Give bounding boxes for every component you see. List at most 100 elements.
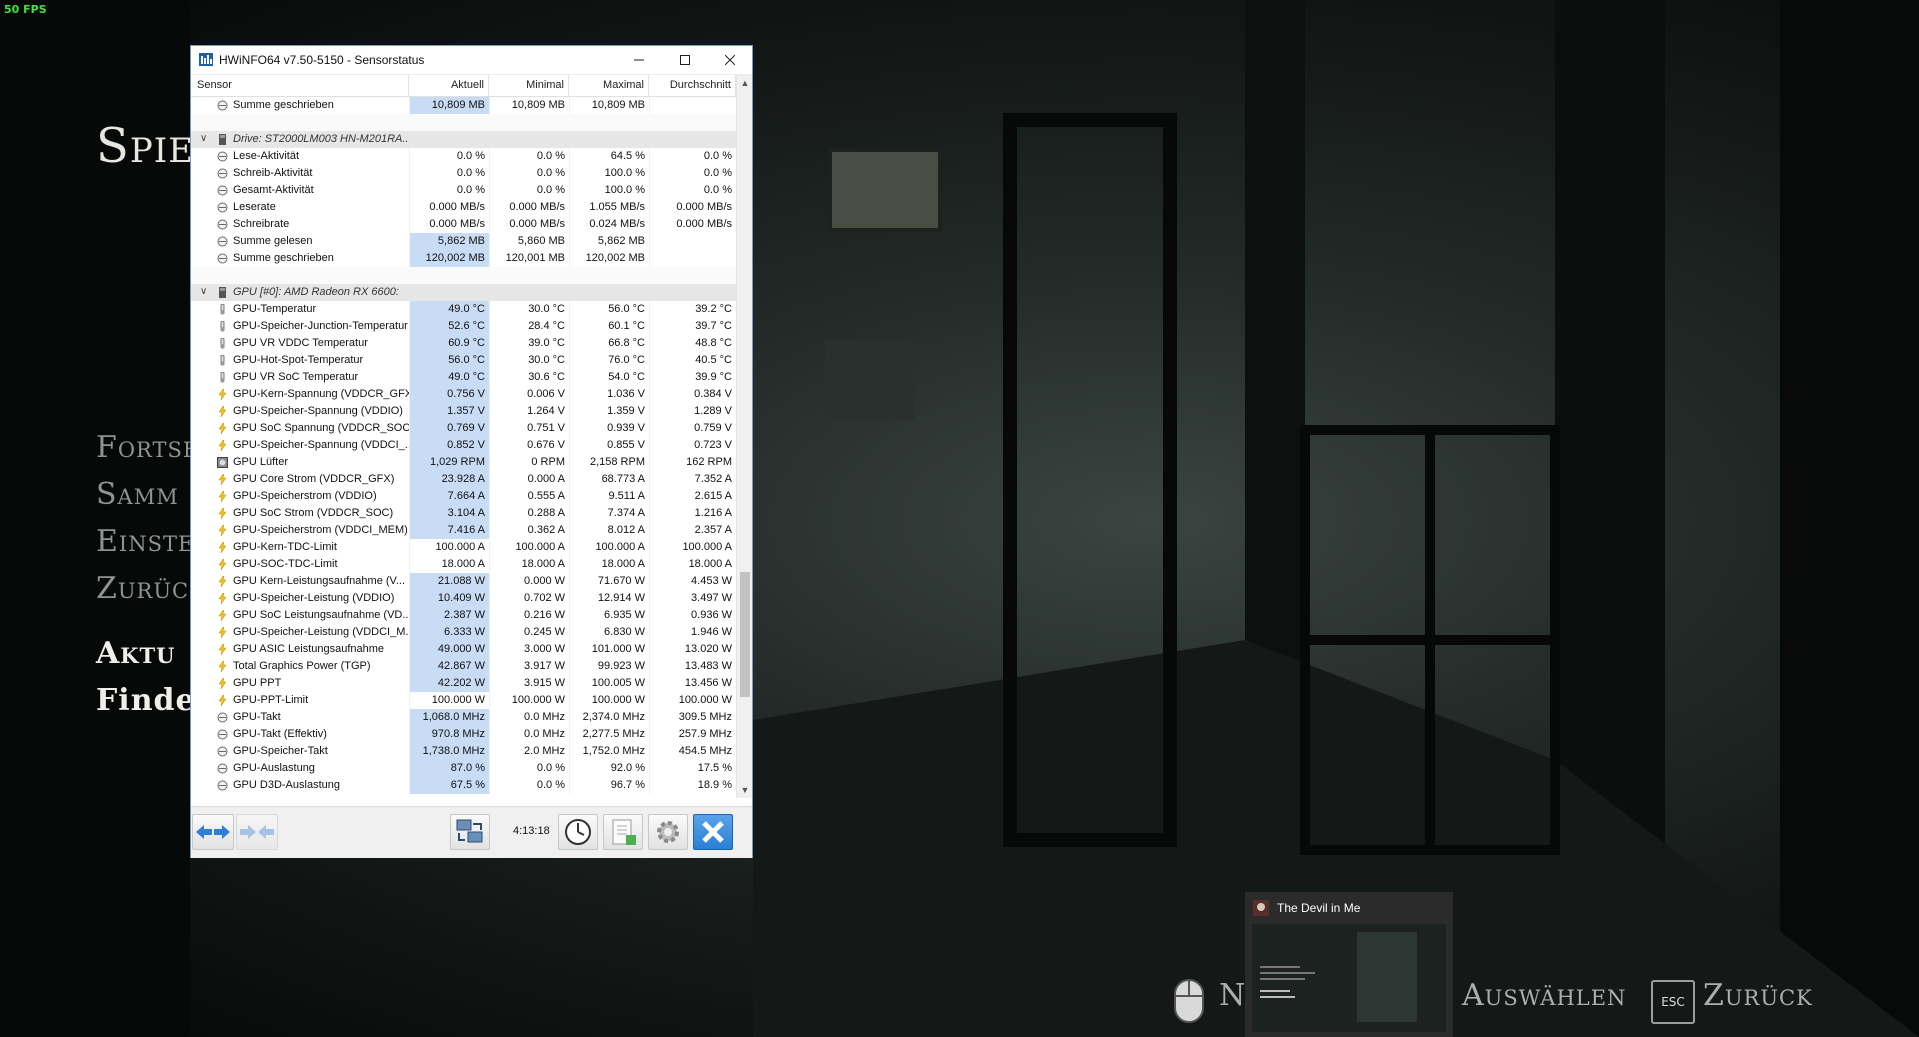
sensor-row[interactable]: Total Graphics Power (TGP) 42.867 W 3.917 … — [191, 658, 736, 675]
sensor-row[interactable]: GPU Kern-Leistungsaufnahme (V... 21.088 W… — [191, 573, 736, 590]
sensor-row[interactable]: GPU SoC Leistungsaufnahme (VD... 2.387 W0… — [191, 607, 736, 624]
sensor-value-cur: 0.0 % — [409, 148, 489, 165]
sensor-value-avg — [649, 97, 736, 114]
sensor-row[interactable]: GPU D3D-Auslastung 67.5 % 0.0 % 96.7 % 18.9 … — [191, 777, 736, 794]
sensor-row[interactable]: GPU-Kern-Spannung (VDDCR_GFX) 0.756 V 0.00… — [191, 386, 736, 403]
col-current[interactable]: Aktuell — [409, 75, 489, 96]
add-log-icon — [612, 819, 636, 845]
sensor-row[interactable]: GPU-Speicherstrom (VDDIO) 7.664 A 0.555 A9… — [191, 488, 736, 505]
exit-button[interactable] — [693, 814, 733, 850]
sensor-row[interactable]: GPU-Speicher-Leistung (VDDCI_M... 6.333 W… — [191, 624, 736, 641]
hint-select[interactable]: Auswählen — [1462, 978, 1626, 1013]
taskbar-preview[interactable]: The Devil in Me — [1245, 892, 1453, 1037]
sensor-row[interactable]: GPU SoC Spannung (VDDCR_SOC) 0.769 V 0.751… — [191, 420, 736, 437]
sensor-value-min: 0.216 W — [489, 607, 569, 624]
sensor-value-avg: 162 RPM — [649, 454, 736, 471]
sensor-value-cur: 0.0 % — [409, 182, 489, 199]
sensor-name: GPU PPT — [233, 677, 282, 689]
menu-item-collection[interactable]: Samm — [96, 477, 179, 512]
sensor-name: GPU-Speicher-Takt — [233, 745, 328, 757]
sensor-row[interactable]: GPU-Kern-TDC-Limit 100.000 A 100.000 A 100.… — [191, 539, 736, 556]
sensor-row[interactable]: GPU PPT 42.202 W 3.915 W 100.005 W 13.456 W — [191, 675, 736, 692]
sensor-value-min: 0.0 % — [489, 760, 569, 777]
sensor-row[interactable]: GPU-Speicher-Leistung (VDDIO) 10.409 W 0.7… — [191, 590, 736, 607]
sensor-name: GPU SoC Leistungsaufnahme (VD... — [233, 609, 409, 621]
nav-forward-button[interactable] — [236, 814, 278, 850]
scroll-thumb[interactable] — [740, 572, 750, 697]
sensor-row[interactable]: GPU VR VDDC Temperatur 60.9 °C 39.0 °C 66.8… — [191, 335, 736, 352]
sensor-value-max: 1,752.0 MHz — [569, 743, 649, 760]
sensor-row[interactable]: GPU-Temperatur 49.0 °C 30.0 °C 56.0 °C 39.2 … — [191, 301, 736, 318]
sensor-row[interactable]: GPU-PPT-Limit 100.000 W 100.000 W 100.000 W… — [191, 692, 736, 709]
sensor-value-avg: 0.000 MB/s — [649, 199, 736, 216]
sensor-row[interactable]: Gesamt-Aktivität 0.0 % 0.0 % 100.0 % 0.0 % — [191, 182, 736, 199]
nav-back-button[interactable] — [192, 814, 234, 850]
col-min[interactable]: Minimal — [489, 75, 569, 96]
sensor-name: GPU D3D-Auslastung — [233, 779, 340, 791]
sensor-row[interactable]: GPU-Speicher-Takt 1,738.0 MHz 2.0 MHz 1,752… — [191, 743, 736, 760]
group-label: GPU [#0]: AMD Radeon RX 6600: — [233, 286, 399, 298]
sensor-row[interactable]: GPU SoC Strom (VDDCR_SOC) 3.104 A 0.288 A7… — [191, 505, 736, 522]
sensor-row[interactable]: GPU-Takt (Effektiv) 970.8 MHz 0.0 MHz 2,277… — [191, 726, 736, 743]
vertical-scrollbar[interactable]: ▲ ▼ — [736, 75, 752, 798]
sensor-value-max: 71.670 W — [569, 573, 649, 590]
col-sensor[interactable]: Sensor — [191, 75, 409, 96]
title-bar[interactable]: HWiNFO64 v7.50-5150 - Sensorstatus — [191, 46, 752, 75]
sensor-row[interactable]: Summe geschrieben 120,002 MB 120,001 MB 120… — [191, 250, 736, 267]
sensor-row[interactable]: GPU ASIC Leistungsaufnahme 49.000 W 3.000 … — [191, 641, 736, 658]
clock-button[interactable] — [558, 814, 598, 850]
bottom-toolbar: 4:13:18 — [191, 806, 752, 858]
sensor-value-min: 39.0 °C — [489, 335, 569, 352]
sensor-row[interactable]: GPU-Speicher-Junction-Temperatur 52.6 °C 2… — [191, 318, 736, 335]
close-button[interactable] — [707, 46, 753, 74]
sensor-row[interactable]: GPU-Speicher-Spannung (VDDCI_... 0.852 V0… — [191, 437, 736, 454]
scroll-down-icon[interactable]: ▼ — [737, 782, 752, 798]
sensor-row[interactable]: GPU-SOC-TDC-Limit 18.000 A 18.000 A 18.000 … — [191, 556, 736, 573]
sensor-name: GPU-Takt (Effektiv) — [233, 728, 327, 740]
sensor-row[interactable]: Summe geschrieben 10,809 MB 10,809 MB 10,80… — [191, 97, 736, 114]
scroll-up-icon[interactable]: ▲ — [737, 75, 752, 91]
menu-item-back[interactable]: Zurüc — [96, 571, 189, 606]
network-button[interactable] — [450, 814, 490, 850]
sensor-value-cur: 87.0 % — [409, 760, 489, 777]
sensor-value-avg — [649, 233, 736, 250]
sensor-value-cur: 120,002 MB — [409, 250, 489, 267]
sensor-row[interactable]: GPU-Auslastung 87.0 % 0.0 % 92.0 % 17.5 % — [191, 760, 736, 777]
sensor-value-max: 0.024 MB/s — [569, 216, 649, 233]
col-max[interactable]: Maximal — [569, 75, 649, 96]
sensor-value-max: 18.000 A — [569, 556, 649, 573]
sensor-value-avg: 0.000 MB/s — [649, 216, 736, 233]
menu-item-settings[interactable]: Einste — [96, 524, 194, 559]
sensor-row[interactable]: GPU-Speicherstrom (VDDCI_MEM) 7.416 A 0.36… — [191, 522, 736, 539]
preview-title: The Devil in Me — [1277, 901, 1361, 915]
sensor-name: GPU VR SoC Temperatur — [233, 371, 359, 383]
sensor-value-cur: 2.387 W — [409, 607, 489, 624]
sensor-group-row[interactable]: ∨ GPU [#0]: AMD Radeon RX 6600: — [191, 284, 736, 301]
col-avg[interactable]: Durchschnitt — [649, 75, 736, 96]
sensor-row[interactable]: GPU-Takt 1,068.0 MHz 0.0 MHz 2,374.0 MHz 309… — [191, 709, 736, 726]
hint-back[interactable]: Zurück — [1703, 978, 1813, 1013]
sensor-row[interactable]: Leserate 0.000 MB/s 0.000 MB/s 1.055 MB/s 0.… — [191, 199, 736, 216]
sensor-value-cur: 49.000 W — [409, 641, 489, 658]
minimize-button[interactable] — [616, 46, 662, 74]
sensor-row[interactable]: GPU Lüfter 1,029 RPM 0 RPM 2,158 RPM 162 RPM — [191, 454, 736, 471]
sensor-row[interactable]: Summe gelesen 5,862 MB 5,860 MB 5,862 MB — [191, 233, 736, 250]
log-button[interactable] — [603, 814, 643, 850]
sensor-value-cur: 49.0 °C — [409, 301, 489, 318]
maximize-button[interactable] — [662, 46, 708, 74]
sensor-row[interactable]: GPU VR SoC Temperatur 49.0 °C 30.6 °C 54.0 … — [191, 369, 736, 386]
sensor-row[interactable]: GPU-Hot-Spot-Temperatur 56.0 °C 30.0 °C 76.… — [191, 352, 736, 369]
sensor-value-min: 30.0 °C — [489, 301, 569, 318]
sensor-group-row[interactable]: ∨ Drive: ST2000LM003 HN-M201RA... — [191, 131, 736, 148]
sensor-row[interactable]: Lese-Aktivität 0.0 % 0.0 % 64.5 % 0.0 % — [191, 148, 736, 165]
sensor-value-min: 3.915 W — [489, 675, 569, 692]
sensor-row[interactable]: Schreib-Aktivität 0.0 % 0.0 % 100.0 % 0.0 % — [191, 165, 736, 182]
sensor-name: Schreib-Aktivität — [233, 167, 313, 179]
sensor-row[interactable]: GPU Core Strom (VDDCR_GFX) 23.928 A 0.000 … — [191, 471, 736, 488]
menu-item-continue[interactable]: Fortse — [96, 430, 199, 465]
settings-button[interactable] — [648, 814, 688, 850]
sensor-name: GPU-Speicherstrom (VDDIO) — [233, 490, 377, 502]
sensor-row[interactable]: GPU-Speicher-Spannung (VDDIO) 1.357 V 1.26… — [191, 403, 736, 420]
sensor-value-max: 100.005 W — [569, 675, 649, 692]
sensor-row[interactable]: Schreibrate 0.000 MB/s 0.000 MB/s 0.024 MB/… — [191, 216, 736, 233]
